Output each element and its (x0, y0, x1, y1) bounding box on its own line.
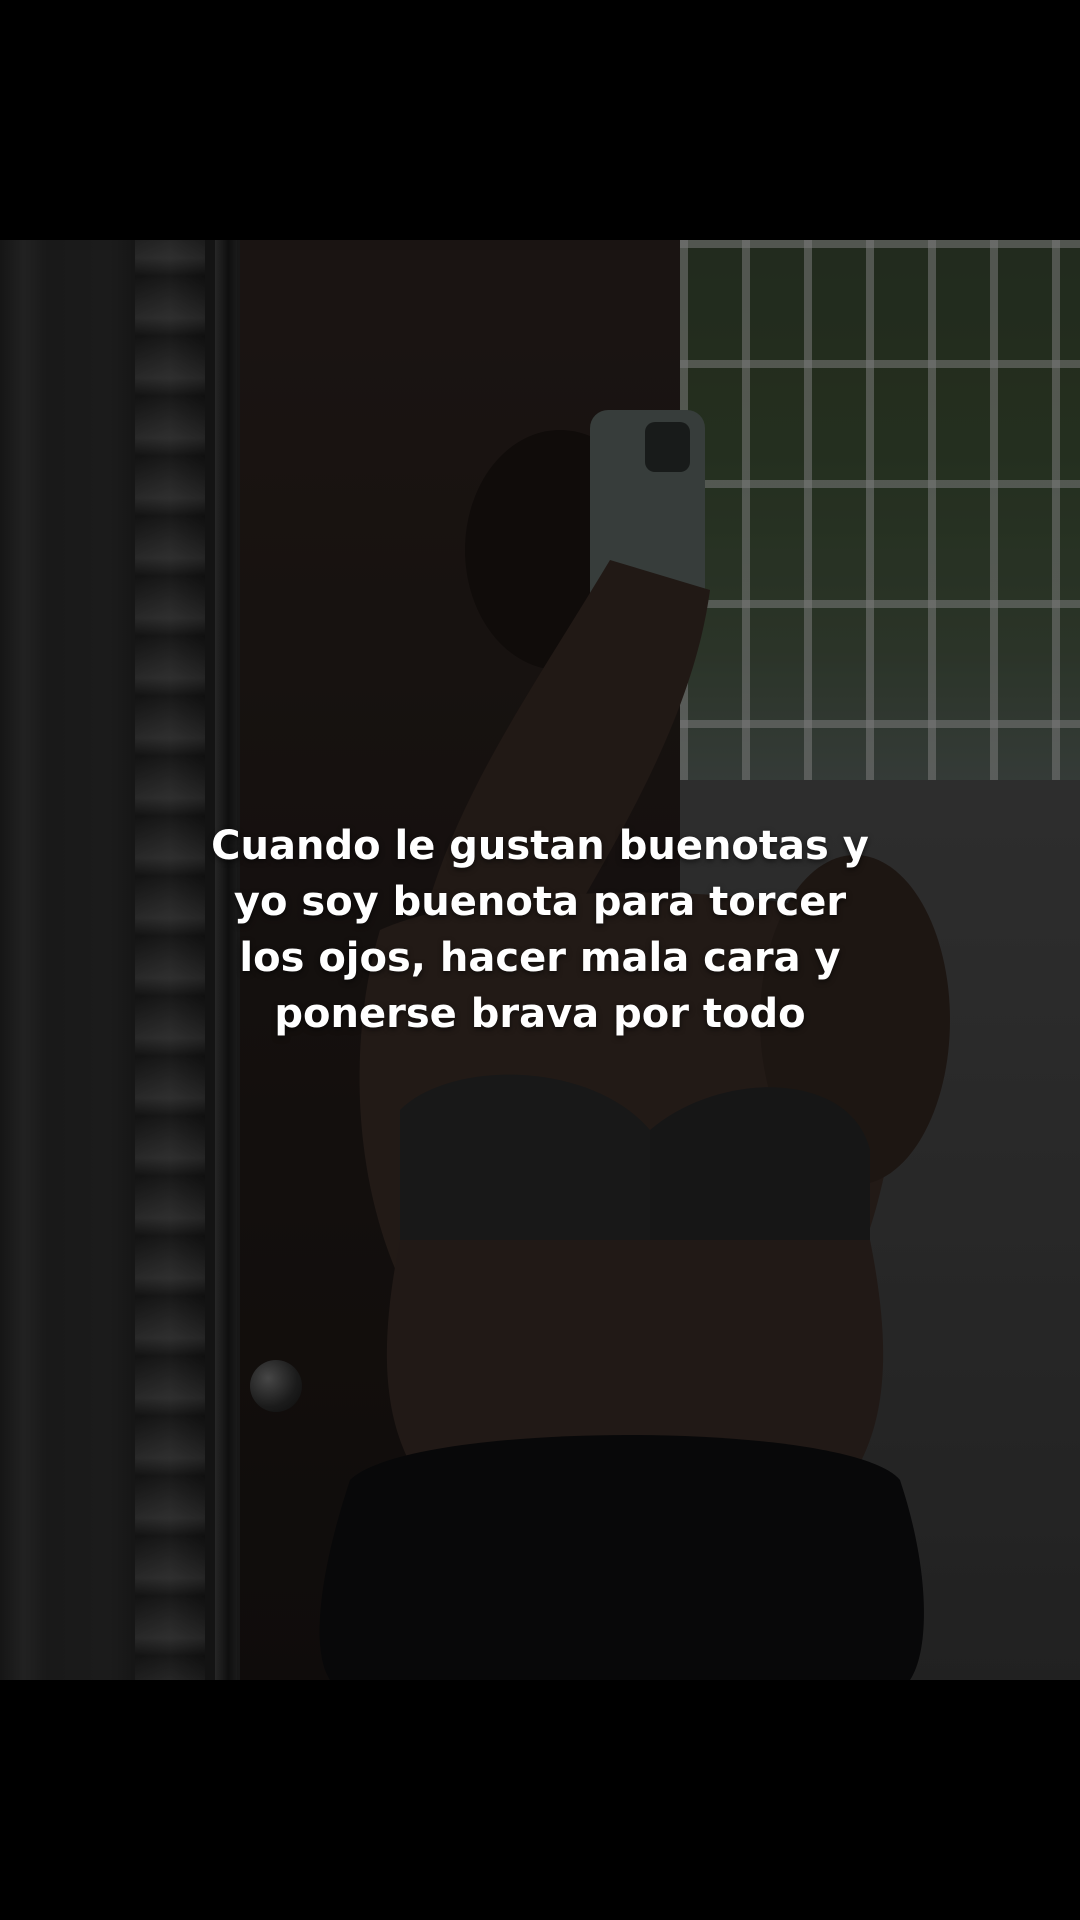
video-caption: Cuando le gustan buenotas y yo soy bueno… (211, 823, 869, 1037)
app-screen: Cuando le gustan buenotas y yo soy bueno… (0, 0, 1080, 1920)
